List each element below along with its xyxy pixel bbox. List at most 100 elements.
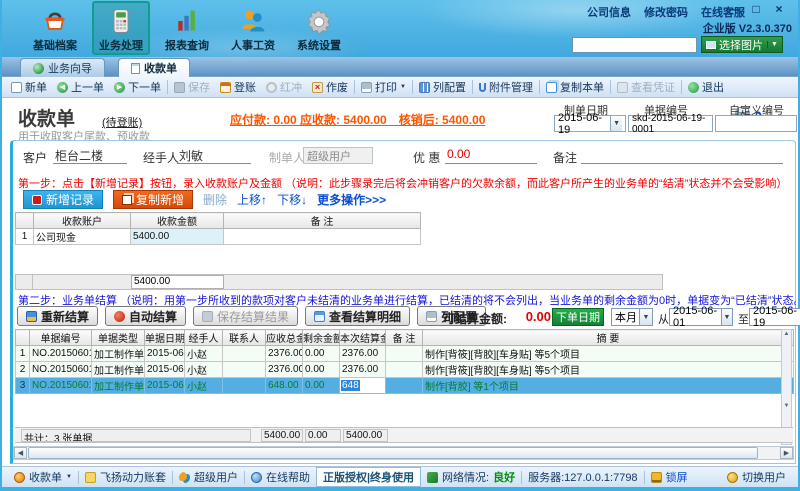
online-help-item[interactable]: 在线帮助	[245, 469, 316, 485]
auto-settle-button[interactable]: 自动结算	[105, 306, 187, 326]
remark-cell[interactable]	[223, 228, 421, 245]
new-doc-button[interactable]: 新单	[6, 79, 52, 95]
nav-settings[interactable]: 系统设置	[290, 1, 348, 55]
print-button[interactable]: 打印 ▼	[356, 79, 411, 95]
type-cell: 加工制作单	[91, 345, 145, 362]
from-date-combo[interactable]: 2015-06-01 ▼	[669, 305, 733, 329]
copy-doc-button[interactable]: 复制本单	[541, 79, 609, 95]
col-header[interactable]: 收款账户	[33, 212, 131, 229]
scroll-left-arrow[interactable]: ◀	[14, 447, 27, 459]
settle-amount-cell[interactable]: 2376.00	[339, 361, 386, 378]
nav-hr-payroll[interactable]: 人事工资	[224, 1, 282, 55]
wizard-icon	[33, 62, 44, 74]
change-password-link[interactable]: 修改密码	[644, 4, 688, 20]
contact-cell	[222, 377, 266, 394]
table-row[interactable]: 2 NO.201506010004 加工制作单 2015-06-01 小赵 23…	[15, 361, 794, 378]
void-button[interactable]: × 作废	[307, 79, 353, 95]
lock-screen-button[interactable]: 锁屏	[645, 469, 694, 485]
tab-business-wizard[interactable]: 业务向导	[20, 58, 105, 77]
order-date-button[interactable]: 下单日期	[552, 308, 604, 326]
column-config-button[interactable]: 列配置	[414, 79, 471, 95]
more-actions-link[interactable]: 更多操作>>>	[317, 191, 386, 208]
handler-field[interactable]: 刘敏	[177, 147, 251, 164]
summary-count: 共计：3 张单据	[21, 429, 251, 442]
image-path-input[interactable]	[572, 36, 697, 53]
account-cell[interactable]: 公司现金	[33, 228, 131, 245]
recalculate-button[interactable]: 重新结算	[17, 306, 99, 326]
col-header[interactable]: 应收总金额	[265, 329, 303, 346]
horizontal-scrollbar[interactable]: ◀ ▶	[13, 446, 794, 460]
col-header[interactable]: 单据编号	[29, 329, 92, 346]
col-header[interactable]: 本次结算金额	[339, 329, 386, 346]
rownum-header[interactable]	[15, 212, 34, 229]
maximize-button[interactable]: □	[749, 2, 763, 16]
nav-business[interactable]: 业务处理	[92, 1, 150, 55]
copy-add-button[interactable]: 复制新增	[113, 190, 194, 209]
move-down-link[interactable]: 下移↓	[277, 191, 307, 208]
date-cell: 2015-06-01	[144, 377, 185, 394]
tab-receipt-form[interactable]: 收款单	[118, 58, 190, 77]
col-header[interactable]: 单据日期	[144, 329, 185, 346]
view-voucher-button[interactable]: 查看凭证	[612, 79, 680, 95]
settle-amount-edit-cell[interactable]: 648	[339, 377, 386, 394]
save-settle-button[interactable]: 保存结算结果	[193, 306, 299, 326]
company-info-link[interactable]: 公司信息	[587, 4, 631, 20]
custom-no-field[interactable]	[715, 115, 797, 132]
nav-reports[interactable]: 报表查询	[158, 1, 216, 55]
scroll-right-arrow[interactable]: ▶	[780, 447, 793, 459]
switch-user-button[interactable]: 切换用户	[721, 469, 792, 485]
move-up-link[interactable]: 上移↑	[237, 191, 267, 208]
col-header[interactable]: 收款金额	[130, 212, 224, 229]
col-header[interactable]: 剩余金额	[302, 329, 340, 346]
close-button[interactable]: ×	[772, 2, 786, 16]
minimize-button[interactable]: —	[726, 2, 740, 16]
account-row[interactable]: 1 公司现金 5400.00	[15, 228, 421, 245]
rownum-header[interactable]	[15, 329, 30, 346]
auto-settle-icon	[114, 310, 126, 322]
remark-field[interactable]	[581, 147, 783, 164]
save-button[interactable]: 保存	[169, 79, 215, 95]
handler-label: 经手人	[143, 151, 180, 165]
red-reverse-button[interactable]: 红冲	[261, 79, 307, 95]
prev-doc-button[interactable]: ◀ 上一单	[52, 79, 109, 95]
col-header[interactable]: 经手人	[184, 329, 223, 346]
account-set-item[interactable]: 飞扬动力账套	[79, 469, 172, 485]
settle-amount-cell[interactable]: 2376.00	[339, 345, 386, 362]
chevron-down-icon[interactable]: ▼	[720, 309, 732, 325]
period-combo[interactable]: 本月 ▼	[611, 308, 653, 326]
add-record-button[interactable]: 新增记录	[23, 190, 104, 209]
statusbar-doc-menu[interactable]: 收款单 ▼	[8, 469, 78, 485]
view-settle-detail-button[interactable]: 查看结算明细	[305, 306, 411, 326]
row-number: 1	[15, 228, 34, 245]
nav-basic-files[interactable]: 基础档案	[26, 1, 84, 55]
nav-label: 业务处理	[99, 40, 143, 52]
post-account-button[interactable]: 登账	[215, 79, 261, 95]
doc-no-field[interactable]: skd-2015-06-19-0001	[628, 113, 713, 135]
pick-image-button[interactable]: 选择图片 ▼	[701, 36, 783, 53]
col-header[interactable]: 单据类型	[91, 329, 145, 346]
delete-link[interactable]: 删除	[203, 191, 227, 208]
current-user-item[interactable]: 超级用户	[173, 469, 244, 485]
chevron-down-icon[interactable]: ▼	[610, 116, 622, 131]
exit-button[interactable]: 退出	[683, 79, 729, 95]
column-config-icon	[426, 310, 438, 322]
scrollbar-thumb[interactable]	[28, 447, 758, 459]
table-row[interactable]: 1 NO.201506010003 加工制作单 2015-06-01 小赵 23…	[15, 345, 794, 362]
col-header[interactable]: 摘 要	[422, 329, 794, 346]
make-date-combo[interactable]: 2015-06-19 ▼	[554, 112, 626, 136]
col-header[interactable]: 备 注	[385, 329, 423, 346]
table-row-selected[interactable]: 3 NO.201506010006 加工制作单 2015-06-01 小赵 64…	[15, 377, 794, 394]
table-summary-row: 共计：3 张单据 5400.00 0.00 5400.00	[15, 427, 793, 443]
summary-cell: 制作[背筱][背胶][车身贴] 等5个项目	[422, 361, 794, 378]
customer-field[interactable]: 柜台二楼	[53, 147, 127, 164]
next-doc-button[interactable]: ▶ 下一单	[109, 79, 166, 95]
col-header[interactable]: 联系人	[222, 329, 266, 346]
image-picker-bar: 选择图片 ▼	[572, 36, 783, 53]
content-area: 收款单 (待登账) 应付款: 0.00 应收款: 5400.00 核销后: 54…	[2, 98, 800, 466]
attachment-button[interactable]: 附件管理	[474, 79, 538, 95]
chevron-down-icon[interactable]: ▼	[639, 309, 652, 325]
amount-cell[interactable]: 5400.00	[130, 228, 224, 245]
to-date-combo[interactable]: 2015-06-19▼	[749, 305, 800, 329]
discount-field[interactable]: 0.00	[445, 147, 537, 164]
col-header[interactable]: 备 注	[223, 212, 421, 229]
